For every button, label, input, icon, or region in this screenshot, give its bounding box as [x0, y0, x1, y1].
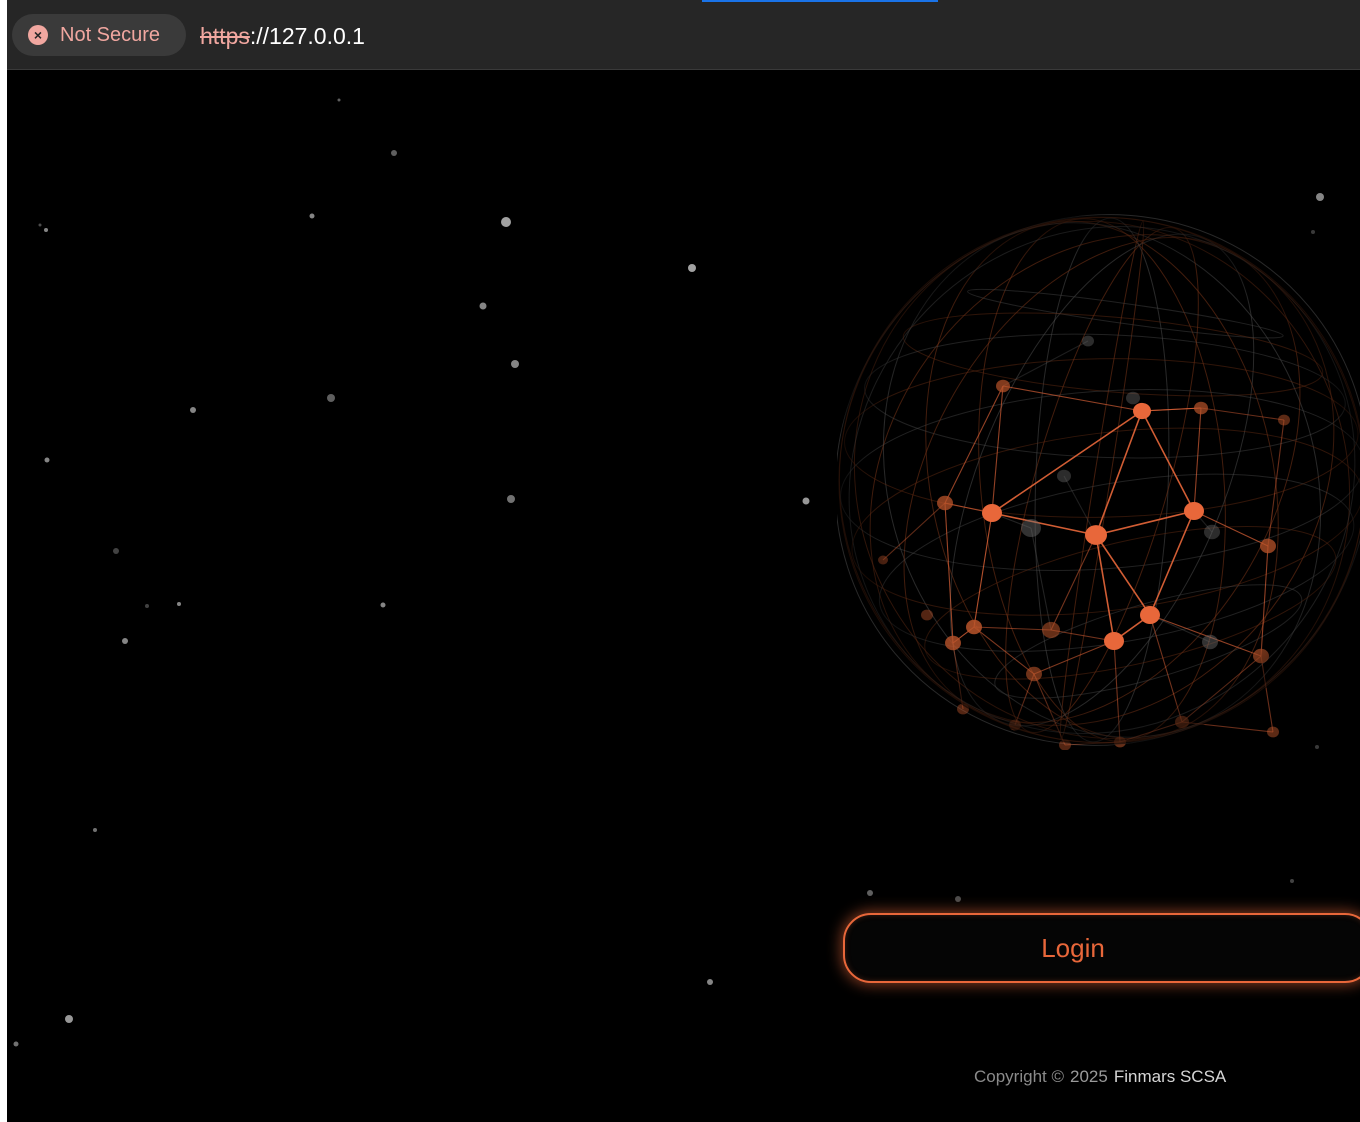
- star-dot: [1316, 193, 1324, 201]
- tab-highlight: [702, 0, 938, 2]
- star-dot: [113, 548, 119, 554]
- star-dot: [309, 213, 315, 219]
- star-dot: [511, 360, 519, 368]
- star-dot: [688, 264, 696, 272]
- star-dot: [337, 98, 341, 102]
- star-dot: [44, 228, 48, 232]
- copyright-company: Finmars SCSA: [1113, 1067, 1227, 1086]
- browser-window: × Not Secure https://127.0.0.1 Login Cop…: [7, 0, 1360, 1122]
- star-dot: [867, 890, 873, 896]
- star-dot: [327, 394, 335, 402]
- star-dot: [1290, 879, 1294, 883]
- login-button[interactable]: Login: [843, 913, 1360, 983]
- copyright-prefix: Copyright ©: [974, 1067, 1065, 1086]
- url-host: ://127.0.0.1: [249, 23, 365, 49]
- url-scheme: https: [200, 23, 250, 49]
- star-dot: [955, 896, 961, 902]
- star-dot: [65, 1015, 73, 1023]
- star-dot: [38, 223, 42, 227]
- warning-x-icon: ×: [28, 25, 48, 45]
- copyright-year: 2025: [1070, 1067, 1108, 1086]
- star-dot: [145, 604, 149, 608]
- star-dot: [380, 602, 386, 608]
- copyright-footer: Copyright © 2025 Finmars SCSA: [974, 1067, 1226, 1087]
- globe-node: [1267, 726, 1279, 738]
- network-globe-illustration: [837, 214, 1360, 750]
- star-dot: [190, 407, 196, 413]
- star-dot: [177, 602, 181, 606]
- star-dot: [501, 217, 511, 227]
- security-indicator-button[interactable]: × Not Secure: [12, 14, 186, 56]
- star-dot: [507, 495, 515, 503]
- star-dot: [13, 1041, 19, 1047]
- star-dot: [93, 828, 97, 832]
- star-dot: [44, 457, 50, 463]
- star-dot: [802, 497, 810, 505]
- login-page: Login Copyright © 2025 Finmars SCSA: [7, 70, 1360, 1122]
- star-dot: [707, 979, 713, 985]
- star-dot: [391, 150, 397, 156]
- address-bar: × Not Secure https://127.0.0.1: [7, 0, 1360, 70]
- star-dot: [479, 302, 487, 310]
- star-dot: [122, 638, 128, 644]
- url-field[interactable]: https://127.0.0.1: [200, 22, 365, 50]
- security-label: Not Secure: [60, 23, 161, 46]
